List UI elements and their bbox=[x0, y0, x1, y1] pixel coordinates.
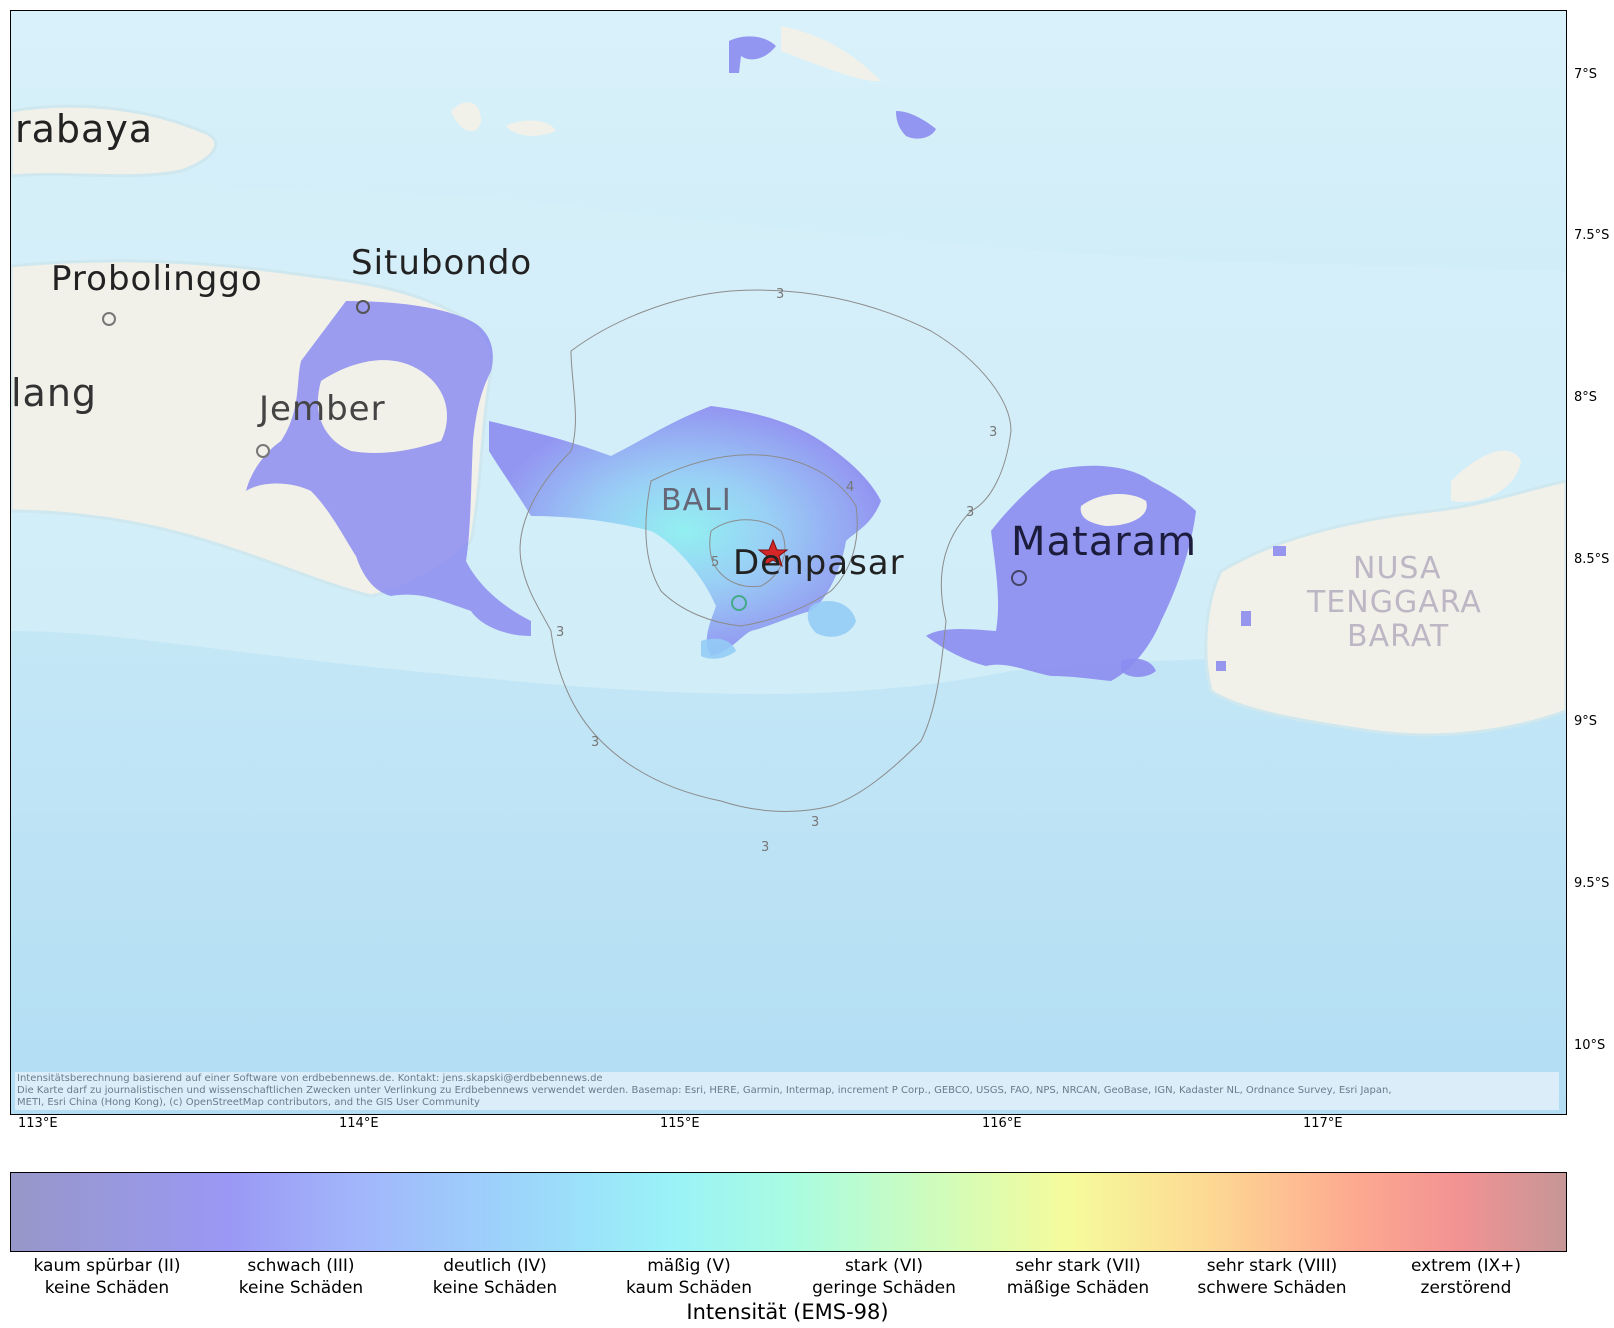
lat-tick-label: 8.5°S bbox=[1574, 552, 1610, 567]
attribution-line: Die Karte darf zu journalistischen und w… bbox=[17, 1085, 1392, 1096]
contour-label: 3 bbox=[966, 505, 974, 520]
level-effect: geringe Schäden bbox=[812, 1278, 956, 1298]
level-name: kaum spürbar (II) bbox=[33, 1256, 181, 1276]
lon-tick-label: 114°E bbox=[339, 1116, 379, 1131]
place-label-lumajang: lang bbox=[11, 371, 98, 415]
level-effect: mäßige Schäden bbox=[1006, 1278, 1150, 1298]
contour-label: 3 bbox=[989, 425, 997, 440]
level-name: schwach (III) bbox=[247, 1256, 355, 1276]
colorbar-level-label: mäßig (V) kaum Schäden bbox=[599, 1255, 779, 1299]
colorbar-level-label: stark (VI) geringe Schäden bbox=[794, 1255, 974, 1299]
colorbar-title: Intensität (EMS-98) bbox=[686, 1300, 889, 1324]
colorbar-level-label: sehr stark (VII) mäßige Schäden bbox=[988, 1255, 1168, 1299]
level-name: mäßig (V) bbox=[647, 1256, 731, 1276]
lat-tick-label: 7°S bbox=[1574, 67, 1598, 82]
lat-tick-label: 7.5°S bbox=[1574, 228, 1610, 243]
place-label-situbondo: Situbondo bbox=[351, 243, 533, 283]
place-label-jember: Jember bbox=[259, 389, 386, 429]
contour-label: 5 bbox=[711, 555, 719, 570]
colorbar-level-label: extrem (IX+) zerstörend bbox=[1376, 1255, 1556, 1299]
level-effect: schwere Schäden bbox=[1197, 1278, 1347, 1298]
place-label-ntb-1: NUSA bbox=[1353, 551, 1442, 586]
colorbar-level-label: schwach (III) keine Schäden bbox=[211, 1255, 391, 1299]
colorbar-level-label: kaum spürbar (II) keine Schäden bbox=[17, 1255, 197, 1299]
level-name: extrem (IX+) bbox=[1410, 1256, 1522, 1276]
intensity-colorbar bbox=[10, 1172, 1567, 1252]
contour-label: 3 bbox=[556, 625, 564, 640]
place-label-denpasar: Denpasar bbox=[733, 543, 905, 583]
contour-label: 3 bbox=[761, 840, 769, 855]
place-label-bali: BALI bbox=[661, 483, 732, 518]
level-effect: zerstörend bbox=[1420, 1278, 1512, 1298]
contour-label: 3 bbox=[811, 815, 819, 830]
level-effect: keine Schäden bbox=[44, 1278, 170, 1298]
lon-tick-label: 115°E bbox=[660, 1116, 700, 1131]
lat-tick-label: 9°S bbox=[1574, 714, 1598, 729]
lat-tick-label: 8°S bbox=[1574, 390, 1598, 405]
lon-tick-label: 113°E bbox=[18, 1116, 58, 1131]
contour-label: 4 bbox=[846, 480, 854, 495]
map-attribution: Intensitätsberechnung basierend auf eine… bbox=[15, 1072, 1559, 1110]
lat-tick-label: 9.5°S bbox=[1574, 876, 1610, 891]
attribution-line: Intensitätsberechnung basierend auf eine… bbox=[17, 1073, 603, 1084]
level-name: deutlich (IV) bbox=[443, 1256, 547, 1276]
level-name: stark (VI) bbox=[844, 1256, 924, 1276]
place-label-surabaya: rabaya bbox=[15, 107, 154, 151]
place-label-probolinggo: Probolinggo bbox=[51, 259, 263, 299]
lon-tick-label: 116°E bbox=[982, 1116, 1022, 1131]
lat-tick-label: 10°S bbox=[1574, 1038, 1606, 1053]
level-effect: kaum Schäden bbox=[625, 1278, 753, 1298]
level-name: sehr stark (VIII) bbox=[1206, 1256, 1338, 1276]
lon-tick-label: 117°E bbox=[1303, 1116, 1343, 1131]
contour-label: 3 bbox=[776, 287, 784, 302]
attribution-line: METI, Esri China (Hong Kong), (c) OpenSt… bbox=[17, 1097, 480, 1108]
place-label-mataram: Mataram bbox=[1011, 519, 1198, 565]
place-label-ntb-3: BARAT bbox=[1347, 619, 1450, 654]
place-label-ntb-2: TENGGARA bbox=[1307, 585, 1482, 620]
contour-label: 3 bbox=[591, 735, 599, 750]
colorbar-level-label: deutlich (IV) keine Schäden bbox=[405, 1255, 585, 1299]
level-name: sehr stark (VII) bbox=[1015, 1256, 1141, 1276]
level-effect: keine Schäden bbox=[432, 1278, 558, 1298]
level-effect: keine Schäden bbox=[238, 1278, 364, 1298]
map-panel[interactable]: 3 3 3 3 3 3 3 5 4 rabaya Probolinggo Sit… bbox=[10, 10, 1567, 1115]
colorbar-level-label: sehr stark (VIII) schwere Schäden bbox=[1182, 1255, 1362, 1299]
